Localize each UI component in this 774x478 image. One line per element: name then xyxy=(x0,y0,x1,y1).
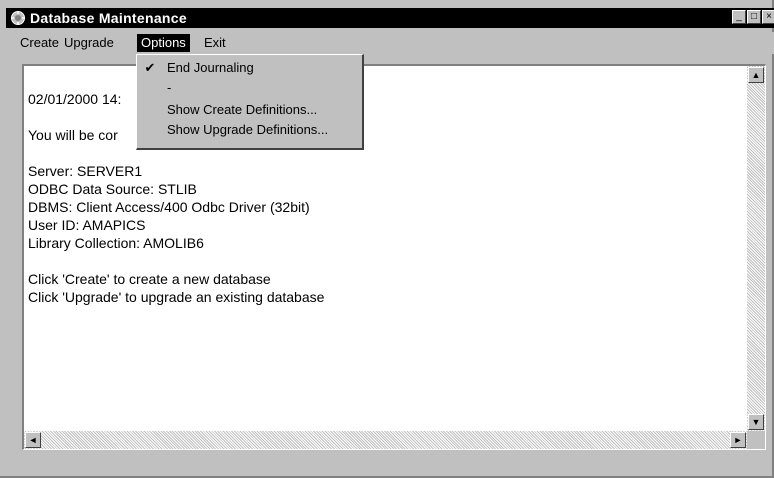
minimize-button[interactable]: _ xyxy=(732,10,746,24)
vertical-scrollbar[interactable]: ▲ ▼ xyxy=(747,66,765,431)
log-textarea[interactable]: 02/01/2000 14: You will be cor Server: S… xyxy=(22,64,766,450)
maximize-icon: □ xyxy=(750,11,758,22)
menu-item-label: End Journaling xyxy=(167,60,254,75)
horizontal-scrollbar[interactable]: ◄ ► xyxy=(24,431,747,449)
log-line: User ID: AMAPICS xyxy=(28,217,146,233)
minimize-icon: _ xyxy=(736,11,742,22)
menu-bar: Create Upgrade Options Exit xyxy=(6,32,774,54)
right-arrow-icon: ► xyxy=(733,435,743,445)
options-dropdown: ✔ End Journaling - Show Create Definitio… xyxy=(136,54,364,150)
log-line: ODBC Data Source: STLIB xyxy=(28,181,197,197)
checkmark-icon: ✔ xyxy=(144,60,156,75)
menu-item-separator[interactable]: - xyxy=(137,79,363,97)
log-line: Library Collection: AMOLIB6 xyxy=(28,235,204,251)
menu-upgrade[interactable]: Upgrade xyxy=(60,34,118,52)
menu-item-show-create-definitions[interactable]: Show Create Definitions... xyxy=(137,101,363,119)
down-arrow-icon: ▼ xyxy=(751,417,761,427)
scroll-down-button[interactable]: ▼ xyxy=(748,414,764,430)
database-app-icon xyxy=(11,11,25,25)
menu-item-show-upgrade-definitions[interactable]: Show Upgrade Definitions... xyxy=(137,121,363,139)
scroll-left-button[interactable]: ◄ xyxy=(25,432,41,448)
log-line: Click 'Create' to create a new database xyxy=(28,271,271,287)
log-line: DBMS: Client Access/400 Odbc Driver (32b… xyxy=(28,199,310,215)
log-line: You will be cor xyxy=(28,127,118,143)
menu-item-label: Show Create Definitions... xyxy=(167,102,318,117)
menu-item-label: - xyxy=(167,80,172,95)
title-bar[interactable]: Database Maintenance _ □ × xyxy=(6,8,774,28)
log-content: 02/01/2000 14: You will be cor Server: S… xyxy=(28,90,741,306)
menu-item-end-journaling[interactable]: ✔ End Journaling xyxy=(137,59,363,77)
log-line: Server: SERVER1 xyxy=(28,163,143,179)
close-icon: × xyxy=(766,11,772,22)
log-line: 02/01/2000 14: xyxy=(28,91,122,107)
log-line: Click 'Upgrade' to upgrade an existing d… xyxy=(28,289,325,305)
left-arrow-icon: ◄ xyxy=(28,435,38,445)
maximize-button[interactable]: □ xyxy=(747,10,761,24)
close-button[interactable]: × xyxy=(762,10,774,24)
scroll-corner xyxy=(747,431,765,449)
status-bar xyxy=(6,456,772,474)
scroll-right-button[interactable]: ► xyxy=(730,432,746,448)
main-window: Database Maintenance _ □ × Create Upgrad… xyxy=(0,0,774,478)
window-title: Database Maintenance xyxy=(30,10,187,26)
menu-create[interactable]: Create xyxy=(16,34,63,52)
scroll-up-button[interactable]: ▲ xyxy=(748,67,764,83)
up-arrow-icon: ▲ xyxy=(751,70,761,80)
menu-options[interactable]: Options xyxy=(137,34,190,52)
menu-item-label: Show Upgrade Definitions... xyxy=(167,122,329,137)
menu-exit[interactable]: Exit xyxy=(200,34,230,52)
